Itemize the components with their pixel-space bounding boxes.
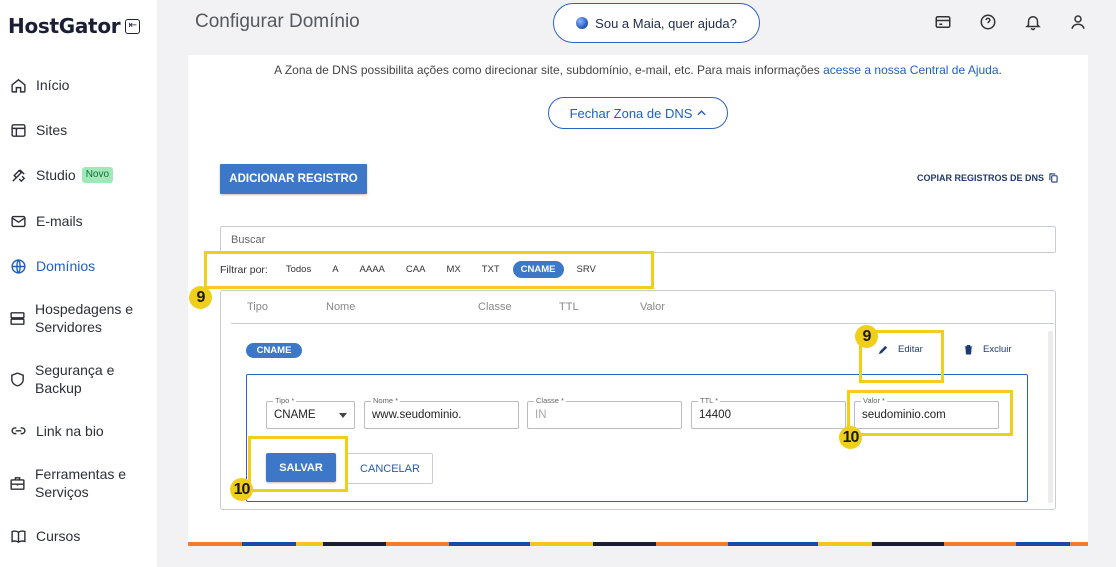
tools-icon [9, 474, 26, 492]
logo-row: HostGator ⇤ [8, 14, 141, 38]
add-record-button[interactable]: ADICIONAR REGISTRO [220, 164, 367, 194]
home-icon [9, 76, 27, 94]
copy-dns-records-link[interactable]: COPIAR REGISTROS DE DNS [917, 173, 1058, 183]
record-type-badge: CNAME [246, 343, 302, 358]
search-input[interactable]: Buscar [220, 226, 1056, 253]
shield-icon [9, 370, 26, 388]
server-icon [9, 309, 26, 327]
dns-info-body: A Zona de DNS possibilita ações como dir… [274, 63, 824, 77]
sidebar-item-label: Domínios [36, 258, 96, 274]
sidebar-item-link-na-bio[interactable]: Link na bio [9, 422, 104, 440]
user-icon[interactable] [1068, 12, 1088, 32]
classe-label: Classe * [534, 396, 566, 405]
maia-orb-icon [576, 17, 589, 29]
collapse-sidebar-icon[interactable]: ⇤ [125, 18, 141, 34]
dns-info-text: A Zona de DNS possibilita ações como dir… [188, 63, 1088, 77]
annotation-box-valor [847, 390, 1013, 436]
dns-info-end: . [998, 63, 1002, 77]
sidebar: HostGator ⇤ Início Sites Studio Novo E-m… [0, 0, 157, 567]
sidebar-item-hospedagens[interactable]: Hospedagens e Servidores [9, 300, 149, 336]
close-dns-label: Fechar Zona de DNS [569, 105, 693, 121]
copy-icon [1049, 173, 1058, 183]
sidebar-item-label: E-mails [36, 213, 83, 229]
sidebar-item-ferramentas[interactable]: Ferramentas e Serviços [9, 465, 149, 501]
nome-field[interactable]: Nome * www.seudominio. [364, 396, 519, 429]
ttl-value: 14400 [699, 409, 731, 421]
annotation-step-badge: 10 [839, 426, 862, 449]
maia-help-label: Sou a Maia, quer ajuda? [595, 15, 737, 31]
column-header-tipo: Tipo [247, 301, 268, 313]
sidebar-item-inicio[interactable]: Início [9, 76, 69, 94]
close-dns-zone-button[interactable]: Fechar Zona de DNS [548, 97, 728, 129]
sidebar-item-label: Cursos [36, 528, 81, 544]
ttl-field[interactable]: TTL * 14400 [691, 396, 846, 429]
table-scrollbar[interactable] [1048, 331, 1053, 503]
annotation-box-filter [204, 251, 654, 289]
caret-down-icon [339, 413, 347, 418]
annotation-step-badge: 9 [189, 286, 212, 309]
trash-icon [964, 345, 973, 355]
copy-dns-label: COPIAR REGISTROS DE DNS [917, 173, 1045, 183]
nome-value: www.seudominio. [372, 409, 462, 421]
page-title: Configurar Domínio [195, 11, 360, 32]
tipo-select[interactable]: Tipo * CNAME [266, 396, 355, 429]
sidebar-item-cursos[interactable]: Cursos [9, 527, 80, 545]
globe-icon [9, 257, 27, 275]
sidebar-item-label: Ferramentas e Serviços [35, 466, 127, 500]
book-icon [9, 527, 27, 545]
sidebar-item-label: Hospedagens e Servidores [35, 301, 134, 335]
cancel-button[interactable]: CANCELAR [347, 453, 433, 484]
sidebar-item-sites[interactable]: Sites [9, 121, 67, 139]
bell-icon[interactable] [1023, 12, 1043, 32]
new-badge: Novo [81, 167, 114, 183]
column-header-ttl: TTL [559, 301, 579, 313]
sidebar-item-label: Início [36, 77, 70, 93]
sidebar-item-studio[interactable]: Studio Novo [9, 166, 114, 184]
sidebar-item-label: Link na bio [36, 423, 104, 439]
delete-record-button[interactable]: Excluir [963, 344, 1012, 355]
maia-help-button[interactable]: Sou a Maia, quer ajuda? [553, 3, 760, 43]
hostgator-logo[interactable]: HostGator [8, 14, 121, 38]
annotation-box-save [248, 436, 348, 492]
annotation-step-badge: 10 [230, 478, 253, 501]
tipo-value: CNAME [274, 409, 316, 421]
sidebar-item-label: Sites [36, 122, 68, 138]
tipo-label: Tipo * [273, 396, 297, 405]
classe-field: Classe * IN [527, 396, 682, 429]
sidebar-item-label: Segurança e Backup [35, 362, 115, 396]
chevron-up-icon [697, 108, 707, 119]
sidebar-item-label: Studio [36, 167, 76, 183]
brand-color-strip [188, 542, 1088, 546]
card-icon[interactable] [933, 12, 953, 32]
annotation-step-badge: 9 [855, 325, 878, 348]
mail-icon [9, 212, 27, 230]
nome-label: Nome * [371, 396, 401, 405]
help-center-link[interactable]: acesse a nossa Central de Ajuda [823, 63, 998, 77]
ttl-label: TTL * [698, 396, 721, 405]
column-header-valor: Valor [640, 301, 665, 313]
sites-icon [9, 121, 27, 139]
sidebar-item-emails[interactable]: E-mails [9, 212, 83, 230]
link-icon [9, 422, 27, 440]
studio-icon [9, 166, 27, 184]
delete-label: Excluir [983, 344, 1012, 355]
column-header-classe: Classe [478, 301, 512, 313]
help-icon[interactable] [978, 12, 998, 32]
header-divider [231, 323, 1054, 324]
sidebar-item-dominios[interactable]: Domínios [9, 257, 95, 275]
column-header-nome: Nome [326, 301, 356, 313]
sidebar-item-seguranca[interactable]: Segurança e Backup [9, 361, 149, 397]
classe-value: IN [535, 409, 547, 421]
